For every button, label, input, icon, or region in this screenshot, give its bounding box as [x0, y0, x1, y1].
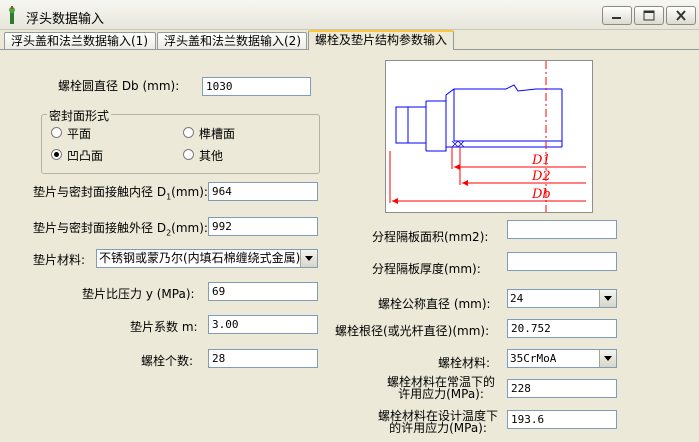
- window-title: 浮头数据输入: [26, 12, 105, 27]
- gasket-factor-label: 垫片系数 m:: [130, 320, 198, 334]
- gasket-outer-diameter-label: 垫片与密封面接触外径 D2(mm):: [33, 221, 208, 238]
- chevron-down-icon: [305, 256, 313, 261]
- gasket-material-value: 不锈钢或蒙乃尔(内填石棉缠绕式金属): [99, 251, 301, 265]
- minimize-icon: [612, 17, 621, 19]
- radio-male-female-label[interactable]: 凹凸面: [67, 147, 103, 164]
- bolt-nominal-diameter-dropdown-button[interactable]: [599, 290, 616, 307]
- pass-partition-area-label: 分程隔板面积(mm2):: [372, 230, 489, 244]
- bolt-allow-stress-design-input[interactable]: 193.6: [507, 410, 617, 429]
- diagram-label-db: Db: [531, 187, 551, 202]
- maximize-icon: [643, 10, 655, 21]
- pass-partition-area-input[interactable]: [507, 220, 617, 239]
- bolt-material-select[interactable]: 35CrMoA: [507, 349, 617, 368]
- title-bar: 浮头数据输入: [0, 0, 699, 30]
- radio-male-female[interactable]: [51, 149, 62, 160]
- minimize-button[interactable]: [602, 6, 632, 25]
- radio-tongue-groove[interactable]: [183, 127, 194, 138]
- bolt-material-label: 螺栓材料:: [438, 356, 491, 370]
- gasket-material-label: 垫片材料:: [33, 253, 86, 267]
- flange-cross-section-diagram: D1 D2 Db: [389, 61, 586, 212]
- diagram-label-d2: D2: [531, 169, 551, 184]
- tab-strip: 浮头盖和法兰数据输入(1) 浮头盖和法兰数据输入(2) 螺栓及垫片结构参数输入: [0, 30, 699, 50]
- pass-partition-thickness-label: 分程隔板厚度(mm):: [372, 262, 481, 276]
- gasket-outer-diameter-input[interactable]: 992: [208, 217, 318, 236]
- seal-face-group: 密封面形式 平面 榫槽面 凹凸面 其他: [41, 107, 320, 174]
- bolt-material-dropdown-button[interactable]: [599, 350, 616, 367]
- radio-other[interactable]: [183, 149, 194, 160]
- bolt-allow-stress-design-label: 螺栓材料在设计温度下 的许用应力(MPa):: [377, 409, 498, 435]
- bolt-gasket-diagram: D1 D2 Db: [385, 60, 593, 213]
- gasket-material-dropdown-button[interactable]: [300, 250, 317, 267]
- bolt-nominal-diameter-select[interactable]: 24: [507, 289, 617, 308]
- chevron-down-icon: [604, 356, 612, 361]
- close-icon: [676, 10, 686, 21]
- bolt-count-label: 螺栓个数:: [141, 354, 194, 368]
- bolt-nominal-diameter-label: 螺栓公称直径 (mm):: [378, 297, 491, 311]
- tab-panel: 螺栓圆直径 Db (mm): 1030 密封面形式 平面 榫槽面 凹凸面 其他 …: [0, 49, 699, 442]
- gasket-specific-pressure-label: 垫片比压力 y (MPa):: [82, 287, 195, 301]
- close-button[interactable]: [666, 6, 696, 25]
- bolt-allow-stress-normal-label: 螺栓材料在常温下的 许用应力(MPa):: [386, 375, 495, 401]
- flag-icon: [9, 6, 15, 24]
- radio-flat[interactable]: [51, 127, 62, 138]
- gasket-inner-diameter-label: 垫片与密封面接触内径 D1(mm):: [33, 185, 208, 202]
- tab-flange-data-2[interactable]: 浮头盖和法兰数据输入(2): [157, 32, 307, 49]
- diagram-label-d1: D1: [531, 153, 551, 168]
- maximize-button[interactable]: [634, 6, 664, 25]
- bolt-material-value: 35CrMoA: [510, 352, 557, 365]
- pass-partition-thickness-input[interactable]: [507, 252, 617, 271]
- seal-face-group-title: 密封面形式: [47, 107, 112, 124]
- gasket-specific-pressure-input[interactable]: 69: [208, 282, 318, 301]
- radio-flat-label[interactable]: 平面: [67, 125, 91, 142]
- gasket-material-select[interactable]: 不锈钢或蒙乃尔(内填石棉缠绕式金属): [96, 249, 318, 268]
- chevron-down-icon: [604, 296, 612, 301]
- radio-tongue-groove-label[interactable]: 榫槽面: [199, 125, 235, 142]
- gasket-factor-input[interactable]: 3.00: [208, 315, 318, 334]
- bolt-circle-diameter-input[interactable]: 1030: [202, 77, 311, 96]
- bolt-allow-stress-normal-input[interactable]: 228: [507, 379, 617, 398]
- radio-other-label[interactable]: 其他: [199, 147, 223, 164]
- gasket-inner-diameter-input[interactable]: 964: [208, 182, 318, 201]
- tab-bolt-gasket[interactable]: 螺栓及垫片结构参数输入: [308, 30, 454, 50]
- bolt-root-diameter-label: 螺栓根径(或光杆直径)(mm):: [335, 324, 490, 338]
- bolt-count-input[interactable]: 28: [208, 349, 318, 368]
- bolt-nominal-diameter-value: 24: [510, 292, 524, 305]
- tab-flange-data-1[interactable]: 浮头盖和法兰数据输入(1): [4, 32, 156, 49]
- bolt-root-diameter-input[interactable]: 20.752: [507, 319, 617, 338]
- bolt-circle-diameter-label: 螺栓圆直径 Db (mm):: [58, 79, 180, 93]
